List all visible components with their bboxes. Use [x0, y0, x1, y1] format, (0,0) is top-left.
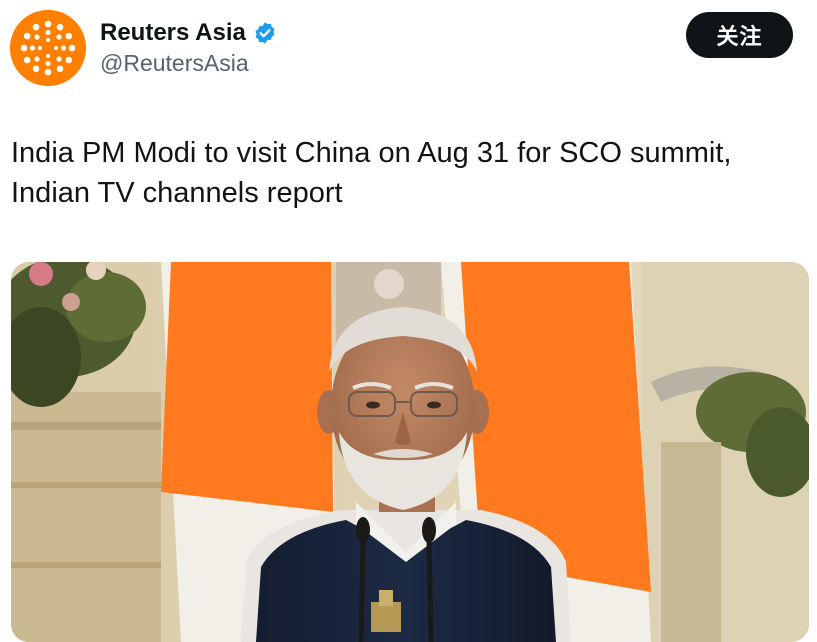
tweet-text: India PM Modi to visit China on Aug 31 f…	[11, 133, 801, 213]
verified-badge-icon	[253, 21, 277, 45]
tweet-text-line: India PM Modi to visit China on Aug 31 f…	[11, 137, 732, 169]
account-handle[interactable]: @ReutersAsia	[100, 50, 249, 77]
avatar[interactable]	[10, 10, 86, 86]
display-name[interactable]: Reuters Asia	[100, 19, 246, 47]
press-conference-photo	[11, 262, 809, 642]
tweet-header: Reuters Asia @ReutersAsia 关注	[0, 0, 817, 100]
tweet-text-line: Indian TV channels report	[11, 177, 343, 209]
reuters-logo-icon	[10, 10, 86, 86]
tweet-media-image[interactable]	[11, 262, 809, 642]
follow-button[interactable]: 关注	[686, 12, 793, 58]
name-row: Reuters Asia	[100, 16, 277, 50]
